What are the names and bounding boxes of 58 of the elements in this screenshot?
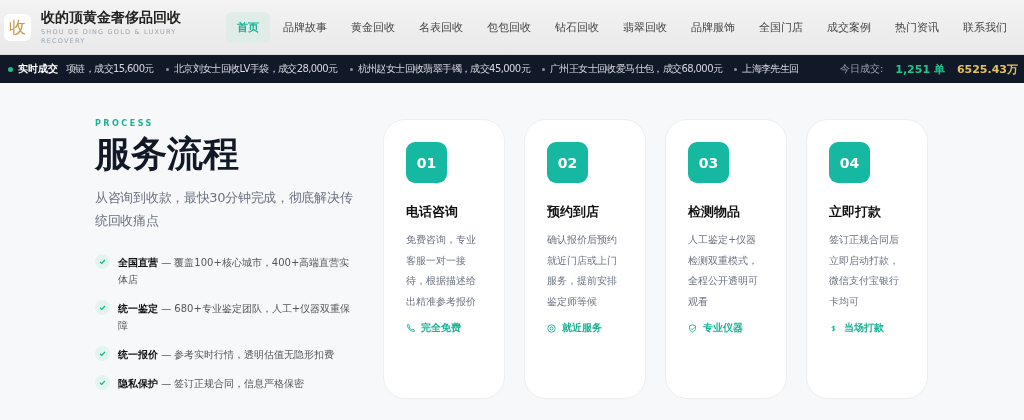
step-number: 04: [829, 142, 870, 183]
step-number: 03: [688, 142, 729, 183]
step-description: 人工鉴定+仪器检测双重模式，全程公开透明可观看: [688, 233, 759, 309]
ticker-item: 杭州赵女士回收翡翠手镯，成交45,000元: [357, 62, 530, 76]
check-icon: [95, 300, 110, 315]
feature-text: 隐私保护 — 签订正规合同，信息严格保密: [118, 377, 305, 391]
step-description: 免费咨询，专业客服一对一接待，根据描述给出精准参考报价: [406, 233, 477, 309]
step-description: 确认报价后预约就近门店或上门服务，提前安排鉴定师等候: [547, 233, 618, 309]
step-title: 预约到店: [547, 204, 600, 221]
step-tag: 完全免费: [421, 321, 461, 335]
nav-link[interactable]: 品牌服饰: [680, 11, 746, 43]
ticker-item: 广州王女士回收爱马仕包，成交68,000元: [549, 62, 723, 76]
shield-check-icon: [688, 323, 697, 333]
step-description: 签订正规合同后立即启动打款，微信支付宝银行卡均可: [829, 233, 900, 309]
feature-text: 统一鉴定 — 680+专业鉴定团队，人工+仪器双重保障: [118, 302, 352, 333]
brand-logo: 收: [4, 13, 31, 41]
nav-link[interactable]: 翡翠回收: [612, 11, 678, 43]
nav-link[interactable]: 热门资讯: [884, 11, 950, 43]
ticker-item: 北京刘女士回收LV手袋，成交28,000元: [173, 62, 338, 76]
location-icon: [547, 323, 556, 333]
phone-icon: [406, 323, 415, 333]
feature-text: 全国直营 — 覆盖100+核心城市，400+高端直营实体店: [118, 256, 351, 287]
step-title: 电话咨询: [406, 204, 459, 221]
step-tag: 就近服务: [562, 321, 602, 335]
dollar-icon: [829, 323, 838, 333]
live-dot-icon: [8, 66, 13, 72]
nav-link[interactable]: 黄金回收: [340, 11, 406, 43]
feature-text: 统一报价 — 参考实时行情，透明估值无隐形扣费: [118, 348, 335, 362]
stats-label: 今日成交:: [839, 62, 884, 76]
step-title: 立即打款: [829, 204, 882, 221]
bullet-icon: [734, 67, 738, 71]
step-tag: 当场打款: [844, 321, 884, 335]
deal-amount: 6525.43万: [956, 61, 1018, 77]
order-count: 1,251 单: [895, 61, 945, 77]
step-number: 02: [547, 142, 588, 183]
step-number: 01: [406, 142, 447, 183]
bullet-icon: [349, 67, 353, 71]
check-icon: [95, 375, 110, 390]
nav-link[interactable]: 成交案例: [816, 11, 882, 43]
ticker-item: 上海李先生回: [742, 62, 799, 76]
ticker-item: 项链，成交15,600元: [66, 62, 154, 76]
nav-link[interactable]: 品牌故事: [272, 11, 338, 43]
nav-link[interactable]: 全国门店: [748, 11, 814, 43]
section-subtitle: 从咨询到收款，最快30分钟完成，彻底解决传统回收痛点: [95, 189, 354, 230]
brand-title: 收的顶黄金奢侈品回收: [41, 8, 182, 27]
step-title: 检测物品: [688, 204, 741, 221]
bullet-icon: [541, 67, 545, 71]
nav-link[interactable]: 包包回收: [476, 11, 542, 43]
bullet-icon: [165, 67, 169, 71]
step-tag: 专业仪器: [703, 321, 743, 335]
section-eyebrow: PROCESS: [95, 119, 155, 128]
nav-link[interactable]: 名表回收: [408, 11, 474, 43]
ticker-label: 实时成交: [18, 62, 58, 76]
check-icon: [95, 346, 110, 361]
section-title: 服务流程: [95, 132, 240, 176]
nav-link[interactable]: 钻石回收: [544, 11, 610, 43]
check-icon: [95, 254, 110, 269]
nav-link[interactable]: 联系我们: [952, 11, 1018, 43]
